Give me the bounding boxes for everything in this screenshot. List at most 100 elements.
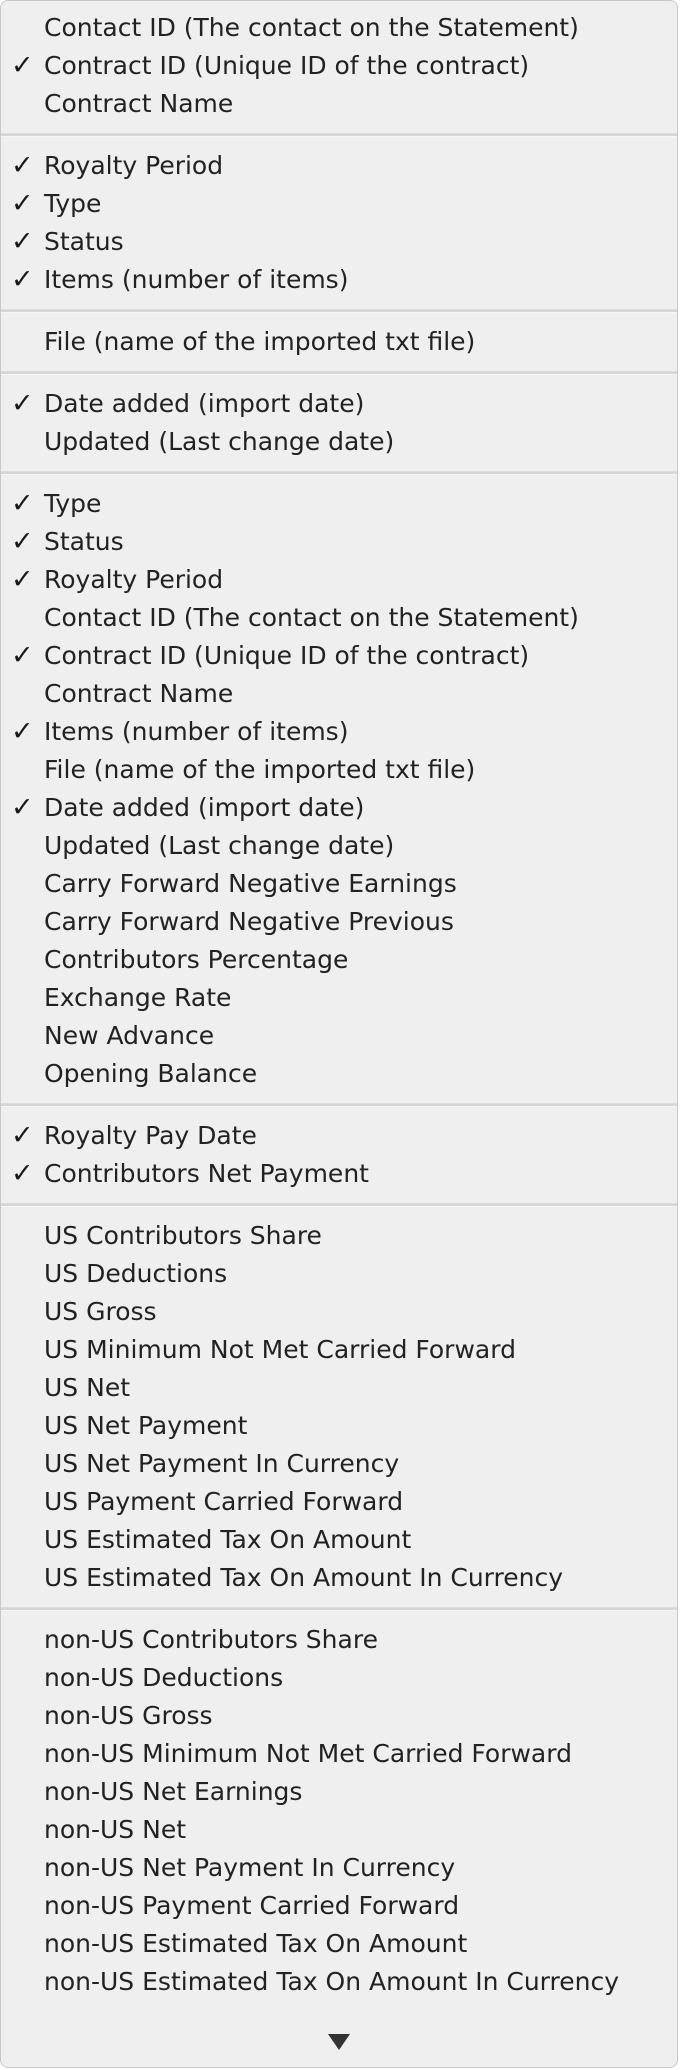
menu-item-label: US Contributors Share: [44, 1221, 322, 1250]
checkmark-icon: ✓: [11, 564, 34, 595]
menu-item-label: Items (number of items): [44, 265, 349, 294]
menu-item[interactable]: Contributors Percentage: [1, 941, 677, 979]
menu-item[interactable]: non-US Gross: [1, 1697, 677, 1735]
menu-item[interactable]: US Contributors Share: [1, 1217, 677, 1255]
menu-separator: [1, 1203, 677, 1207]
checkmark-icon: ✓: [11, 388, 34, 419]
scroll-down-arrow-icon: [328, 2033, 350, 2050]
menu-item-label: US Payment Carried Forward: [44, 1487, 404, 1516]
menu-item[interactable]: non-US Payment Carried Forward: [1, 1887, 677, 1925]
menu-item[interactable]: ✓ Type: [1, 185, 677, 223]
menu-separator: [1, 133, 677, 137]
column-chooser-menu: Contact ID (The contact on the Statement…: [0, 0, 678, 2068]
menu-item-label: Updated (Last change date): [44, 831, 395, 860]
menu-item[interactable]: ✓ Items (number of items): [1, 713, 677, 751]
menu-item[interactable]: Updated (Last change date): [1, 423, 677, 461]
checkmark-icon: ✓: [11, 150, 34, 181]
menu-item[interactable]: US Estimated Tax On Amount: [1, 1521, 677, 1559]
menu-separator: [1, 1103, 677, 1107]
menu-item-label: Contract Name: [44, 89, 234, 118]
menu-item-label: US Net Payment In Currency: [44, 1449, 400, 1478]
menu-item-label: US Gross: [44, 1297, 157, 1326]
menu-item[interactable]: ✓ Royalty Pay Date: [1, 1117, 677, 1155]
menu-item[interactable]: US Gross: [1, 1293, 677, 1331]
menu-item[interactable]: Carry Forward Negative Previous: [1, 903, 677, 941]
checkmark-icon: ✓: [11, 1120, 34, 1151]
menu-item[interactable]: ✓ Items (number of items): [1, 261, 677, 299]
menu-item[interactable]: Exchange Rate: [1, 979, 677, 1017]
menu-item[interactable]: non-US Net Earnings: [1, 1773, 677, 1811]
menu-item[interactable]: Updated (Last change date): [1, 827, 677, 865]
menu-item[interactable]: Contact ID (The contact on the Statement…: [1, 599, 677, 637]
menu-item[interactable]: US Estimated Tax On Amount In Currency: [1, 1559, 677, 1597]
menu-item-label: Contract ID (Unique ID of the contract): [44, 51, 530, 80]
menu-item[interactable]: Opening Balance: [1, 1055, 677, 1093]
menu-item-label: non-US Minimum Not Met Carried Forward: [44, 1739, 572, 1768]
menu-item-label: Contributors Percentage: [44, 945, 349, 974]
menu-item[interactable]: ✓ Contributors Net Payment: [1, 1155, 677, 1193]
menu-item[interactable]: US Net Payment: [1, 1407, 677, 1445]
menu-item-label: US Net Payment: [44, 1411, 248, 1440]
menu-item-label: New Advance: [44, 1021, 215, 1050]
menu-item-label: US Minimum Not Met Carried Forward: [44, 1335, 516, 1364]
menu-item-label: Contract ID (Unique ID of the contract): [44, 641, 530, 670]
menu-item-label: US Net: [44, 1373, 130, 1402]
menu-item[interactable]: ✓ Contract ID (Unique ID of the contract): [1, 47, 677, 85]
menu-item-label: non-US Estimated Tax On Amount: [44, 1929, 468, 1958]
checkmark-icon: ✓: [11, 1158, 34, 1189]
menu-item[interactable]: Contact ID (The contact on the Statement…: [1, 9, 677, 47]
menu-item-label: non-US Deductions: [44, 1663, 284, 1692]
menu-item[interactable]: ✓ Type: [1, 485, 677, 523]
menu-item[interactable]: ✓ Status: [1, 223, 677, 261]
menu-item-label: Opening Balance: [44, 1059, 258, 1088]
menu-item-label: non-US Contributors Share: [44, 1625, 378, 1654]
menu-item[interactable]: non-US Minimum Not Met Carried Forward: [1, 1735, 677, 1773]
menu-separator: [1, 371, 677, 375]
menu-item-label: Date added (import date): [44, 389, 365, 418]
checkmark-icon: ✓: [11, 488, 34, 519]
menu-item[interactable]: ✓ Contract ID (Unique ID of the contract): [1, 637, 677, 675]
menu-item[interactable]: New Advance: [1, 1017, 677, 1055]
checkmark-icon: ✓: [11, 716, 34, 747]
menu-item[interactable]: ✓ Royalty Period: [1, 147, 677, 185]
menu-item[interactable]: Carry Forward Negative Earnings: [1, 865, 677, 903]
menu-item-label: non-US Net Payment In Currency: [44, 1853, 456, 1882]
menu-item[interactable]: Contract Name: [1, 675, 677, 713]
checkmark-icon: ✓: [11, 226, 34, 257]
menu-item[interactable]: ✓ Date added (import date): [1, 789, 677, 827]
menu-item-label: non-US Net Earnings: [44, 1777, 303, 1806]
menu-item[interactable]: non-US Estimated Tax On Amount: [1, 1925, 677, 1963]
menu-item-label: Updated (Last change date): [44, 427, 395, 456]
menu-item[interactable]: File (name of the imported txt file): [1, 751, 677, 789]
menu-item[interactable]: ✓ Date added (import date): [1, 385, 677, 423]
checkmark-icon: ✓: [11, 526, 34, 557]
menu-item[interactable]: US Payment Carried Forward: [1, 1483, 677, 1521]
menu-item[interactable]: US Net: [1, 1369, 677, 1407]
menu-item[interactable]: non-US Contributors Share: [1, 1621, 677, 1659]
checkmark-icon: ✓: [11, 50, 34, 81]
menu-item[interactable]: non-US Net: [1, 1811, 677, 1849]
checkmark-icon: ✓: [11, 188, 34, 219]
menu-item-label: Royalty Period: [44, 565, 224, 594]
menu-item-label: Exchange Rate: [44, 983, 232, 1012]
menu-item[interactable]: US Minimum Not Met Carried Forward: [1, 1331, 677, 1369]
menu-item[interactable]: non-US Net Payment In Currency: [1, 1849, 677, 1887]
menu-item[interactable]: File (name of the imported txt file): [1, 323, 677, 361]
menu-item[interactable]: US Deductions: [1, 1255, 677, 1293]
menu-item-label: Type: [44, 489, 102, 518]
menu-item[interactable]: ✓ Royalty Period: [1, 561, 677, 599]
scroll-down-button[interactable]: [1, 2015, 677, 2067]
menu-item-label: Type: [44, 189, 102, 218]
menu-item-label: Items (number of items): [44, 717, 349, 746]
menu-item[interactable]: Contract Name: [1, 85, 677, 123]
menu-item[interactable]: non-US Estimated Tax On Amount In Curren…: [1, 1963, 677, 2001]
menu-item-label: Contributors Net Payment: [44, 1159, 369, 1188]
menu-item-label: Contact ID (The contact on the Statement…: [44, 603, 579, 632]
menu-item[interactable]: ✓ Status: [1, 523, 677, 561]
menu-item[interactable]: non-US Deductions: [1, 1659, 677, 1697]
menu-item-label: US Estimated Tax On Amount: [44, 1525, 412, 1554]
menu-item[interactable]: US Net Payment In Currency: [1, 1445, 677, 1483]
menu-item-label: Status: [44, 527, 124, 556]
menu-item-label: Contact ID (The contact on the Statement…: [44, 13, 579, 42]
menu-item-label: non-US Estimated Tax On Amount In Curren…: [44, 1967, 620, 1996]
